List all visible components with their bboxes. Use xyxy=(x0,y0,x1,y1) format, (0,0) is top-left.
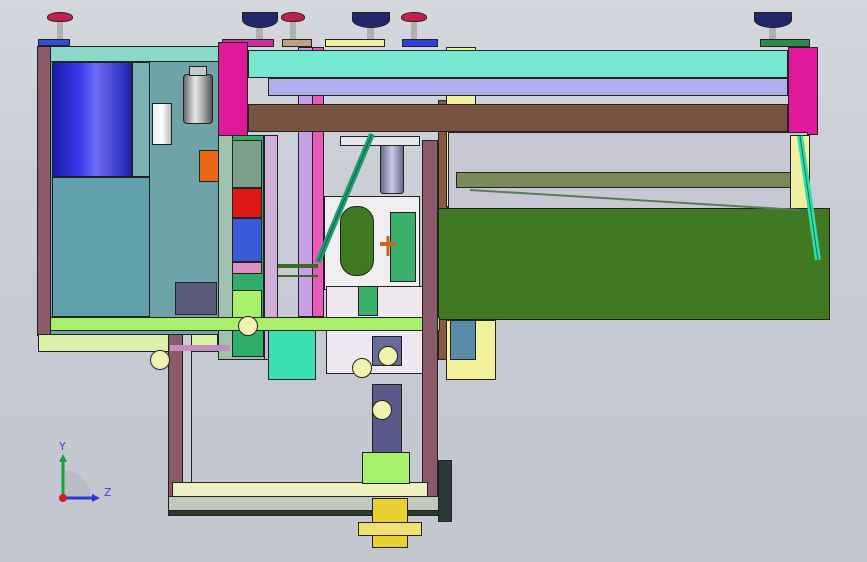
diagonal-braces xyxy=(170,132,821,351)
cad-viewport[interactable] xyxy=(0,0,867,562)
coordinate-triad: Y Z xyxy=(50,440,120,510)
y-axis-label: Y xyxy=(59,440,66,453)
z-axis-label: Z xyxy=(104,486,112,499)
